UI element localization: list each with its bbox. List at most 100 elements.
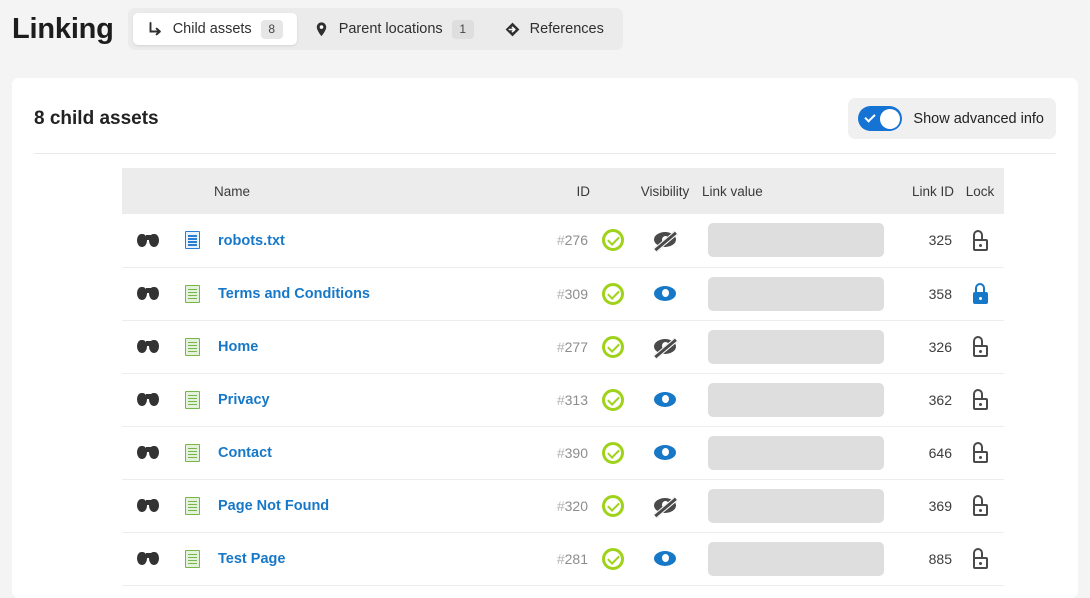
lock-open-icon[interactable] bbox=[972, 442, 989, 463]
cell-name: Privacy bbox=[210, 373, 510, 427]
link-value-input[interactable] bbox=[708, 276, 884, 311]
link-value-input[interactable] bbox=[708, 541, 884, 576]
cell-visibility bbox=[634, 532, 696, 586]
asset-id: #276 bbox=[556, 232, 588, 249]
table-header: Name ID Visibility Link value Link ID Lo… bbox=[122, 168, 1004, 214]
table-row[interactable]: Terms and Conditions #309 358 bbox=[122, 267, 1004, 321]
lock-open-icon[interactable] bbox=[972, 548, 989, 569]
status-approved-icon bbox=[602, 388, 624, 411]
cell-file-type bbox=[174, 267, 210, 321]
cell-name: Test Page bbox=[210, 532, 510, 586]
table-body: robots.txt #276 325 Terms and Conditions #30… bbox=[122, 214, 1004, 586]
link-value-input[interactable] bbox=[708, 488, 884, 523]
cell-preview bbox=[122, 479, 174, 533]
binoculars-icon[interactable] bbox=[137, 392, 159, 407]
cell-id: #390 bbox=[510, 426, 592, 480]
binoculars-icon[interactable] bbox=[137, 445, 159, 460]
lock-open-icon[interactable] bbox=[972, 495, 989, 516]
cell-name: Contact bbox=[210, 426, 510, 480]
cell-preview bbox=[122, 373, 174, 427]
cell-name: Terms and Conditions bbox=[210, 267, 510, 321]
link-value-input[interactable] bbox=[708, 382, 884, 417]
cell-id: #309 bbox=[510, 267, 592, 321]
binoculars-icon[interactable] bbox=[137, 233, 159, 248]
tab-label: Child assets bbox=[172, 21, 252, 37]
cell-visibility bbox=[634, 214, 696, 268]
table-row[interactable]: robots.txt #276 325 bbox=[122, 214, 1004, 268]
asset-id: #313 bbox=[556, 391, 588, 408]
card-title: 8 child assets bbox=[34, 107, 159, 129]
cell-name: Home bbox=[210, 320, 510, 374]
status-approved-icon bbox=[602, 547, 624, 570]
top-bar: Linking Child assets 8 Parent locations 1 Re… bbox=[0, 0, 1090, 58]
asset-name-link[interactable]: Home bbox=[214, 339, 258, 355]
status-approved-icon bbox=[602, 494, 624, 517]
link-value-input[interactable] bbox=[708, 435, 884, 470]
cell-file-type bbox=[174, 214, 210, 268]
tab-parent-locations[interactable]: Parent locations 1 bbox=[299, 13, 488, 45]
eye-hidden-icon[interactable] bbox=[653, 496, 678, 518]
eye-visible-icon[interactable] bbox=[654, 391, 676, 408]
cell-link-id: 358 bbox=[892, 267, 956, 321]
asset-name-link[interactable]: Terms and Conditions bbox=[214, 286, 370, 302]
lock-open-icon[interactable] bbox=[972, 389, 989, 410]
cell-link-value bbox=[696, 214, 892, 268]
binoculars-icon[interactable] bbox=[137, 286, 159, 301]
lock-open-icon[interactable] bbox=[972, 336, 989, 357]
asset-id: #320 bbox=[556, 497, 588, 514]
cell-link-id: 646 bbox=[892, 426, 956, 480]
cell-status bbox=[592, 373, 634, 427]
cell-status bbox=[592, 214, 634, 268]
table-row[interactable]: Test Page #281 885 bbox=[122, 532, 1004, 586]
tab-references[interactable]: References bbox=[490, 13, 618, 45]
child-assets-table: Name ID Visibility Link value Link ID Lo… bbox=[122, 168, 1004, 586]
child-assets-card: 8 child assets Show advanced info Name I… bbox=[12, 78, 1078, 598]
link-id-value: 646 bbox=[928, 444, 952, 461]
cell-visibility bbox=[634, 479, 696, 533]
asset-name-link[interactable]: Contact bbox=[214, 445, 272, 461]
table-row[interactable]: Contact #390 646 bbox=[122, 426, 1004, 480]
toggle-switch[interactable] bbox=[858, 106, 903, 131]
lock-open-icon[interactable] bbox=[972, 229, 989, 251]
toggle-knob bbox=[879, 108, 900, 129]
table-row[interactable]: Privacy #313 362 bbox=[122, 373, 1004, 427]
cell-link-value bbox=[696, 320, 892, 374]
eye-hidden-icon[interactable] bbox=[653, 337, 678, 359]
col-link-id: Link ID bbox=[892, 168, 956, 214]
eye-hidden-icon[interactable] bbox=[653, 231, 678, 252]
binoculars-icon[interactable] bbox=[137, 551, 159, 566]
eye-visible-icon[interactable] bbox=[654, 444, 676, 461]
eye-visible-icon[interactable] bbox=[654, 550, 676, 567]
asset-name-link[interactable]: Privacy bbox=[214, 392, 270, 408]
cell-file-type bbox=[174, 320, 210, 374]
asset-name-link[interactable]: Test Page bbox=[214, 551, 285, 567]
cell-name: robots.txt bbox=[210, 214, 510, 268]
show-advanced-info-toggle[interactable]: Show advanced info bbox=[848, 98, 1056, 139]
arrow-turn-down-right-icon bbox=[147, 21, 164, 38]
link-value-input[interactable] bbox=[708, 223, 884, 258]
tab-child-assets[interactable]: Child assets 8 bbox=[132, 13, 297, 45]
asset-name-link[interactable]: Page Not Found bbox=[214, 498, 329, 514]
cell-name: Page Not Found bbox=[210, 479, 510, 533]
cell-preview bbox=[122, 532, 174, 586]
card-header: 8 child assets Show advanced info bbox=[12, 78, 1078, 153]
references-diamond-icon bbox=[504, 21, 521, 38]
asset-name-link[interactable]: robots.txt bbox=[214, 233, 285, 249]
cell-link-value bbox=[696, 426, 892, 480]
cell-link-id: 362 bbox=[892, 373, 956, 427]
cell-link-value bbox=[696, 373, 892, 427]
lock-closed-icon[interactable] bbox=[972, 283, 989, 304]
cell-lock bbox=[956, 373, 1004, 427]
link-value-input[interactable] bbox=[708, 329, 884, 364]
table-row[interactable]: Page Not Found #320 369 bbox=[122, 479, 1004, 533]
binoculars-icon[interactable] bbox=[137, 339, 159, 354]
eye-visible-icon[interactable] bbox=[654, 285, 676, 302]
table-row[interactable]: Home #277 326 bbox=[122, 320, 1004, 374]
tab-label: References bbox=[529, 21, 604, 37]
binoculars-icon[interactable] bbox=[137, 498, 159, 513]
cell-visibility bbox=[634, 426, 696, 480]
cell-link-id: 325 bbox=[892, 214, 956, 268]
cell-preview bbox=[122, 320, 174, 374]
cell-lock bbox=[956, 532, 1004, 586]
cell-lock bbox=[956, 267, 1004, 321]
